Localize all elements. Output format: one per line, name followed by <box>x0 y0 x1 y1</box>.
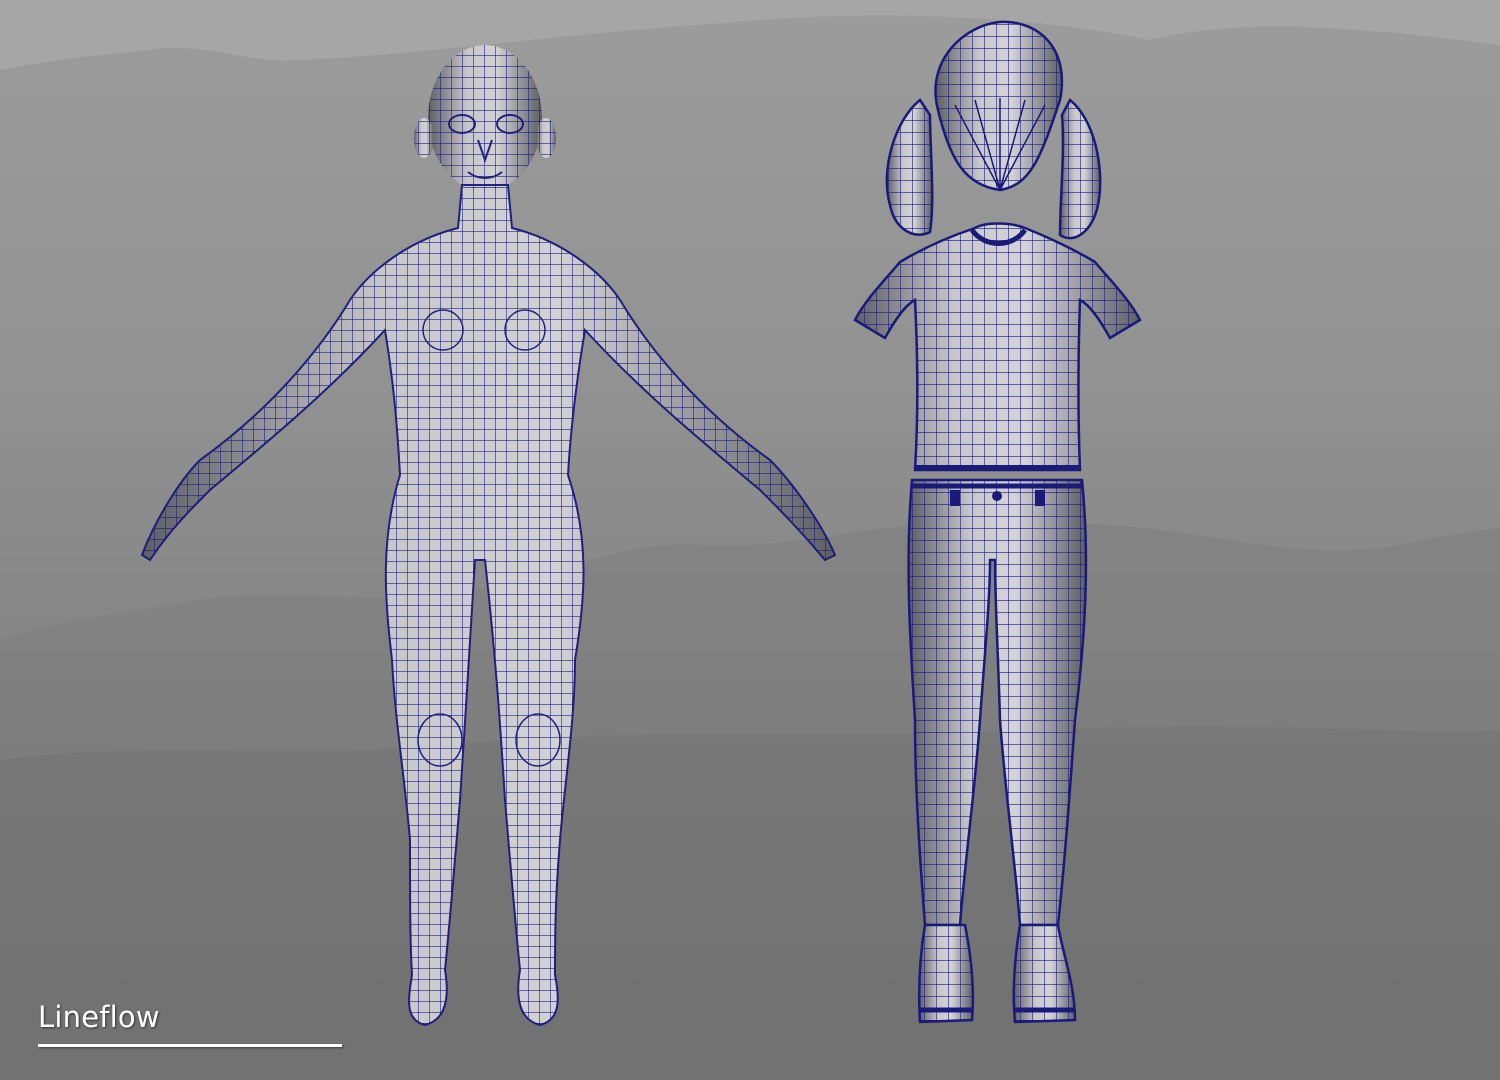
caption-underline <box>38 1044 342 1047</box>
tshirt-mesh <box>853 222 1142 472</box>
clothing-mesh <box>853 20 1142 1024</box>
boots-mesh <box>918 923 1077 1024</box>
pants-mesh <box>907 478 1088 927</box>
hair-mesh <box>885 20 1102 240</box>
caption-label: Lineflow <box>38 1000 160 1034</box>
viewport: Lineflow <box>0 0 1500 1080</box>
